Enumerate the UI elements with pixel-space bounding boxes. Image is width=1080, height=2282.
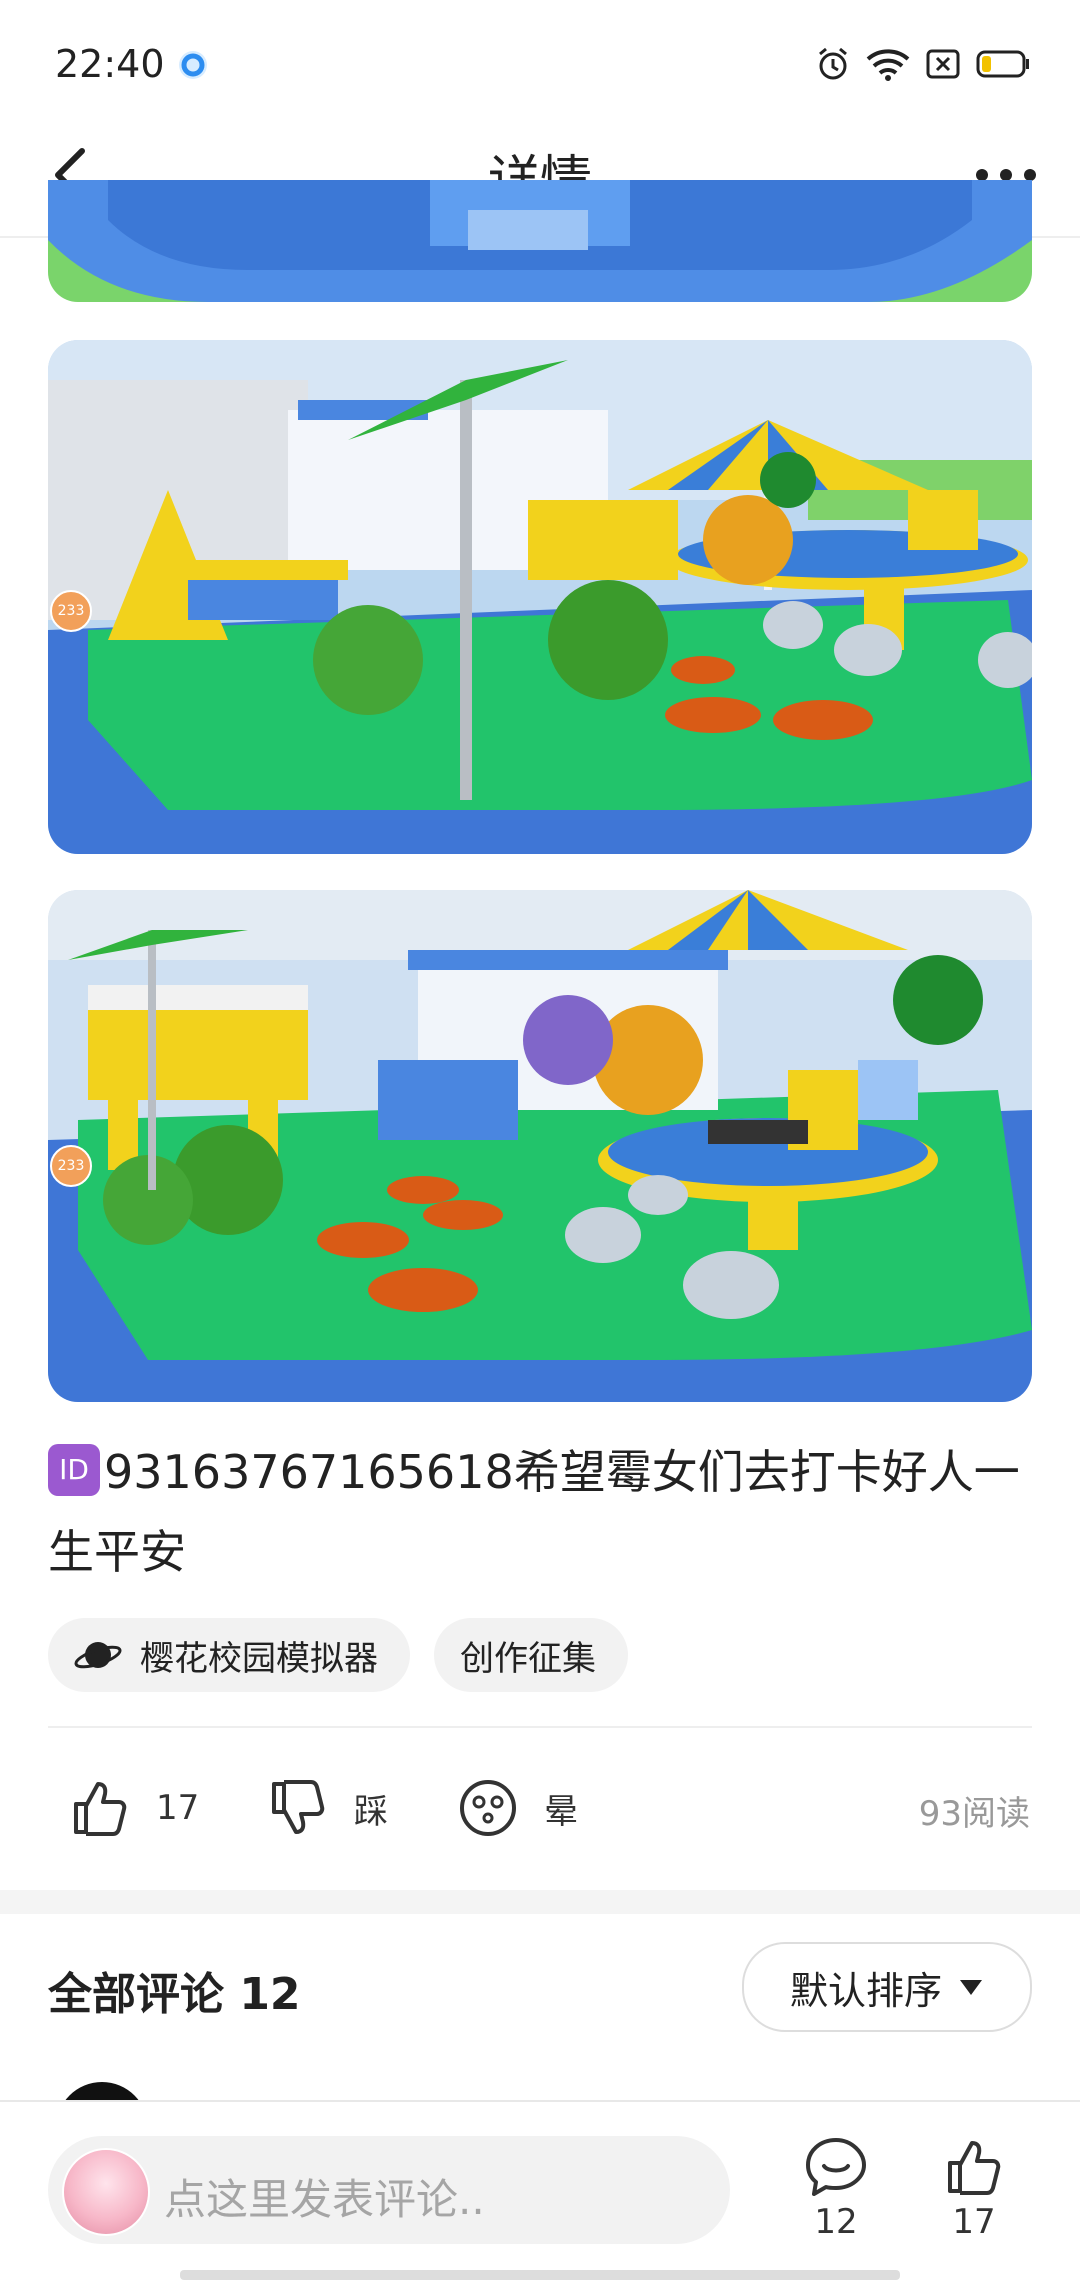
status-time: 22:40 (55, 42, 165, 86)
comment-count: 12 (814, 2202, 858, 2242)
post-image-1[interactable]: 233 (48, 340, 1032, 854)
dislike-button[interactable]: 踩 (268, 1776, 388, 1840)
comment-button[interactable]: 12 (786, 2136, 886, 2256)
sort-label: 默认排序 (789, 1968, 942, 2013)
like-count: 17 (156, 1788, 200, 1828)
sort-dropdown[interactable]: 默认排序 (742, 1942, 1032, 2032)
comment-bubble-icon (806, 2138, 866, 2196)
status-icons (816, 46, 1030, 86)
dizzy-face-icon (460, 1780, 516, 1836)
like-button[interactable]: 17 (70, 1776, 199, 1840)
thumbs-up-icon (948, 2141, 1001, 2195)
id-badge-icon: ID (48, 1443, 100, 1496)
comment-placeholder: 点这里发表评论.. (164, 2175, 485, 2224)
thumbs-up-icon (74, 1782, 127, 1836)
post-image-2[interactable]: 233 (48, 890, 1032, 1402)
comment-input[interactable]: 点这里发表评论.. (48, 2136, 730, 2244)
image-watermark-badge: 233 (50, 590, 92, 632)
divider (48, 1726, 1032, 1728)
section-separator (0, 1890, 1080, 1914)
app-notification-icon (176, 48, 210, 82)
post-text: 93163767165618希望霉女们去打卡好人一生平安 (48, 1445, 1020, 1579)
image-watermark-badge: 233 (50, 1145, 92, 1187)
post-image-partial[interactable] (48, 180, 1032, 302)
wifi-icon (866, 47, 910, 85)
comments-title: 全部评论 12 (48, 1969, 301, 2020)
alarm-icon (816, 46, 850, 86)
planet-icon (74, 1642, 122, 1669)
tag-game[interactable]: 樱花校园模拟器 (48, 1618, 410, 1692)
dizzy-button[interactable]: 晕 (458, 1776, 578, 1840)
post-content: ID 93163767165618希望霉女们去打卡好人一生平安 (48, 1432, 1032, 1592)
caret-down-icon (960, 1980, 982, 1995)
dislike-label: 踩 (354, 1791, 388, 1832)
tag-label: 创作征集 (460, 1638, 596, 1679)
sim-off-icon (926, 49, 960, 83)
thumbs-down-icon (272, 1780, 325, 1834)
like-count-bottom: 17 (952, 2202, 996, 2242)
user-avatar (62, 2148, 150, 2236)
read-count: 93阅读 (918, 1794, 1030, 1834)
tag-label: 樱花校园模拟器 (140, 1638, 378, 1679)
gesture-bar (180, 2270, 900, 2280)
like-button-bottom[interactable]: 17 (924, 2136, 1024, 2256)
tag-topic[interactable]: 创作征集 (434, 1618, 628, 1692)
battery-icon (976, 49, 1030, 83)
dizzy-label: 晕 (544, 1791, 578, 1832)
